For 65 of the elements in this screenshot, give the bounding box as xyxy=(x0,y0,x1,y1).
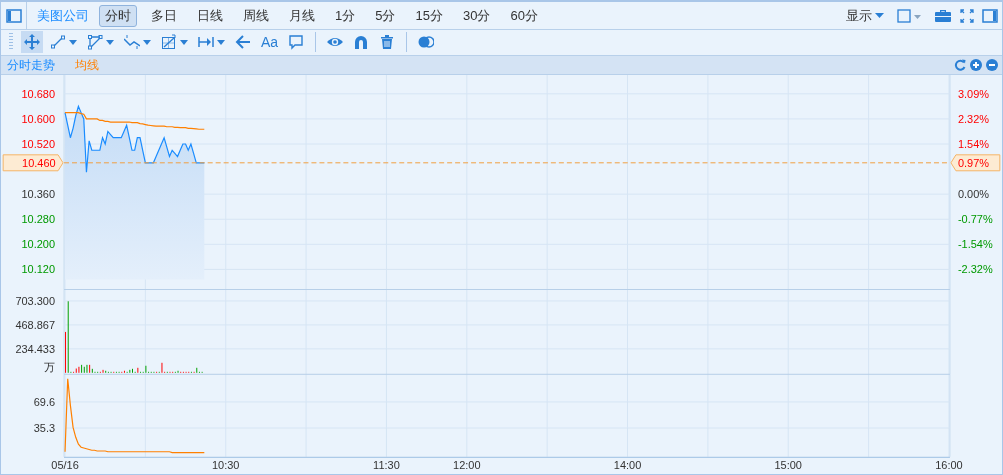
axis-label: 16:00 xyxy=(935,459,963,471)
period-tab[interactable]: 60分 xyxy=(504,4,544,27)
axis-label: 15:00 xyxy=(774,459,802,471)
panel-icon[interactable] xyxy=(982,8,998,23)
square-icon xyxy=(897,8,923,23)
axis-label: 10.280 xyxy=(21,213,56,226)
arrow-left-icon xyxy=(235,34,251,51)
period-tab[interactable]: 5分 xyxy=(369,4,402,27)
refresh-icon[interactable] xyxy=(954,58,966,71)
display-menu-button[interactable]: 显示 xyxy=(844,5,886,26)
overlap-circles-icon xyxy=(418,34,435,51)
period-tab[interactable]: 分时 xyxy=(99,4,137,27)
legend-label: 均线 xyxy=(74,56,100,74)
axis-label: -1.54% xyxy=(957,238,993,251)
axis-label: 2.32% xyxy=(957,112,990,125)
axis-label: 12:00 xyxy=(453,459,481,471)
period-tab[interactable]: 日线 xyxy=(191,4,229,27)
axis-label: 10:30 xyxy=(212,459,240,471)
legend-label: 分时走势 xyxy=(6,56,56,74)
period-tab[interactable]: 周线 xyxy=(237,4,275,27)
text-tool-button[interactable]: Aa xyxy=(258,31,282,54)
unit-label: 万 xyxy=(44,361,56,374)
axis-label: 69.6 xyxy=(33,396,56,409)
period-tab[interactable]: 月线 xyxy=(283,4,321,27)
zoom-out-icon[interactable] xyxy=(986,58,998,71)
polygon-icon xyxy=(87,34,103,51)
ref-line-label: 10.460 xyxy=(22,156,56,169)
price-marker: 10.460 xyxy=(2,154,64,172)
axis-label: 10.120 xyxy=(21,263,56,276)
axis-label: 1.54% xyxy=(957,137,990,150)
axis-label: 3.09% xyxy=(957,87,990,100)
chart-grid-icon xyxy=(161,34,177,51)
axis-label: 11:30 xyxy=(373,459,400,471)
axis-label: 35.3 xyxy=(33,422,56,435)
axis-label: -0.77% xyxy=(957,213,993,226)
period-tab[interactable]: 多日 xyxy=(145,4,183,27)
toolbox-icon[interactable] xyxy=(934,8,952,23)
axis-label: -2.32% xyxy=(957,263,993,276)
axis-label: 10.520 xyxy=(21,137,56,150)
zigzag-icon xyxy=(124,34,140,51)
magnet-icon xyxy=(353,34,370,51)
axis-label: 14:00 xyxy=(613,459,642,471)
axis-label: 703.300 xyxy=(15,295,56,308)
panel-icon[interactable] xyxy=(5,8,22,23)
line-icon xyxy=(50,34,66,51)
period-tab[interactable]: 30分 xyxy=(456,4,497,27)
axis-label: 10.600 xyxy=(21,112,56,125)
period-tab[interactable]: 15分 xyxy=(409,4,449,27)
axis-label: 0.00% xyxy=(957,188,990,201)
caret-icon xyxy=(875,12,884,19)
axis-label: 10.200 xyxy=(21,238,56,251)
axis-label: 10.360 xyxy=(21,188,56,201)
move-tool-button[interactable] xyxy=(21,31,43,54)
move-icon xyxy=(24,34,40,51)
axis-label: 10.680 xyxy=(21,87,56,100)
fullscreen-icon[interactable] xyxy=(960,8,974,23)
period-tab[interactable]: 1分 xyxy=(329,4,362,27)
axis-label: 05/16 xyxy=(51,459,79,471)
zoom-in-icon[interactable] xyxy=(970,58,982,71)
trash-icon xyxy=(379,34,396,51)
axis-label: 468.867 xyxy=(15,319,56,332)
percent-marker: 0.97% xyxy=(950,154,1001,172)
grip-handle[interactable] xyxy=(9,33,13,52)
speech-bubble-icon xyxy=(288,34,305,51)
axis-label: 234.433 xyxy=(15,343,56,356)
